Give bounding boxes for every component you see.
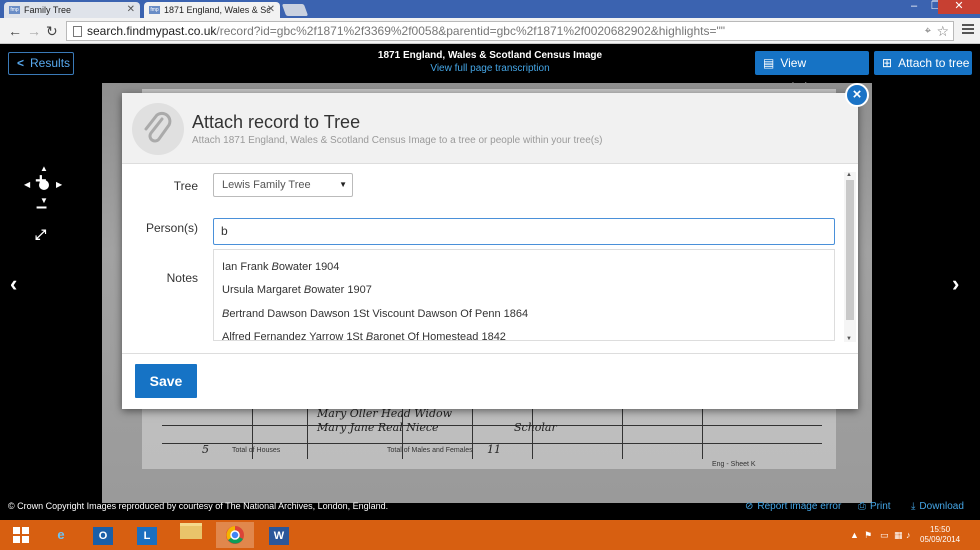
view-transcription-button[interactable]: ▤View transcription (755, 51, 869, 94)
tab-label: Family Tree (24, 5, 72, 15)
modal-title: Attach record to Tree (192, 112, 361, 132)
tray-chevron-icon[interactable]: ▲ (850, 520, 859, 550)
close-tab-icon[interactable]: ✕ (267, 2, 275, 18)
copyright-text: © Crown Copyright Images reproduced by c… (8, 501, 389, 511)
forward-arrow-icon[interactable]: → (27, 22, 41, 40)
notes-label: Notes (166, 271, 198, 285)
tree-select[interactable]: Lewis Family Tree ▼ (213, 173, 353, 197)
dropdown-caret-icon: ▼ (339, 180, 347, 189)
battery-icon[interactable]: ▭ (880, 520, 889, 550)
suggestion-item[interactable]: Ursula Margaret Bowater 1907 (222, 284, 372, 296)
outlook-icon[interactable]: O (84, 522, 122, 548)
modal-header: Attach record to Tree Attach 1871 Englan… (122, 93, 858, 164)
chrome-icon[interactable] (216, 522, 254, 548)
fullscreen-icon[interactable]: ⤢ (35, 226, 46, 243)
paperclip-icon (132, 103, 184, 155)
tree-label: Tree (173, 179, 198, 193)
findmypast-favicon-icon: fmp (9, 6, 20, 14)
close-tab-icon[interactable]: ✕ (127, 2, 135, 18)
scrollbar-thumb[interactable] (846, 180, 854, 320)
modal-footer: Save (122, 353, 858, 409)
modal-scrollbar[interactable]: ▲ ▼ (844, 172, 856, 342)
scan-print: Total of Males and Females (387, 447, 473, 454)
person-suggestions-list: Ian Frank Bowater 1904 Ursula Margaret B… (213, 249, 835, 341)
scroll-up-icon[interactable]: ▲ (846, 172, 852, 178)
print-link[interactable]: ⎙ Print (858, 501, 891, 512)
previous-image-icon[interactable]: ‹ (10, 271, 17, 297)
tree-icon: ⊞ (882, 56, 893, 70)
network-icon[interactable]: ▦ (894, 520, 903, 550)
modal-subtitle: Attach 1871 England, Wales & Scotland Ce… (192, 135, 603, 146)
pan-left-icon[interactable]: ◀ (24, 181, 30, 189)
next-image-icon[interactable]: › (952, 271, 959, 297)
report-image-error-link[interactable]: ⊘ Report image error (745, 501, 841, 512)
new-tab-button[interactable] (281, 4, 309, 16)
suggestion-item[interactable]: Bertrand Dawson Dawson 1St Viscount Daws… (222, 308, 528, 320)
download-icon: ⤓ (911, 501, 916, 512)
printer-icon: ⎙ (858, 501, 866, 512)
attach-to-tree-button[interactable]: ⊞ Attach to tree (874, 51, 972, 75)
tab-census-image[interactable]: fmp 1871 England, Wales & Sc ✕ (144, 2, 280, 18)
persons-label: Person(s) (145, 221, 198, 235)
findmypast-favicon-icon: fmp (149, 6, 160, 14)
close-window-icon[interactable]: ✕ (938, 0, 980, 14)
start-button[interactable] (2, 522, 40, 548)
system-clock[interactable]: 15:50 05/09/2014 (920, 525, 960, 545)
file-explorer-icon[interactable] (172, 522, 210, 548)
scan-handwriting: 11 (487, 443, 501, 456)
zoom-out-icon[interactable]: – (36, 196, 47, 219)
scan-handwriting: Scholar (514, 421, 557, 434)
suggestion-item[interactable]: Alfred Fernandez Yarrow 1St Baronet Of H… (222, 331, 506, 340)
windows-taskbar: e O L W ▲ ⚑ ▭ ▦ ♪ 15:50 05/09/2014 (0, 520, 980, 550)
scan-handwriting: Mary Jane Real Niece (317, 421, 439, 434)
report-icon: ⊘ (745, 501, 754, 512)
suggestion-item[interactable]: Ian Frank Bowater 1904 (222, 261, 339, 273)
scan-handwriting: 5 (202, 443, 209, 456)
page-action-icon[interactable]: ⌖ (925, 22, 931, 40)
internet-explorer-icon[interactable]: e (42, 522, 80, 548)
tab-label: 1871 England, Wales & Sc (164, 5, 271, 15)
browser-menu-icon[interactable] (962, 24, 974, 36)
clock-time: 15:50 (930, 525, 951, 534)
browser-tab-strip: fmp Family Tree ✕ fmp 1871 England, Wale… (0, 0, 980, 18)
tree-select-value: Lewis Family Tree (222, 179, 311, 191)
pan-right-icon[interactable]: ▶ (56, 181, 62, 189)
persons-input[interactable]: b (213, 218, 835, 245)
scan-print: Total of Houses (232, 447, 281, 454)
back-arrow-icon[interactable]: ← (8, 22, 22, 40)
reload-icon[interactable]: ↻ (46, 22, 58, 40)
lync-icon[interactable]: L (128, 522, 166, 548)
flag-icon[interactable]: ⚑ (864, 520, 872, 550)
save-button[interactable]: Save (135, 364, 197, 398)
minimize-window-icon[interactable]: – (903, 0, 925, 14)
word-icon[interactable]: W (260, 522, 298, 548)
close-modal-icon[interactable]: × (845, 83, 869, 107)
tab-family-tree[interactable]: fmp Family Tree ✕ (4, 2, 140, 18)
address-bar[interactable]: search.findmypast.co.uk/record?id=gbc%2f… (66, 21, 954, 41)
page-icon (73, 26, 82, 37)
zoom-in-icon[interactable]: + (35, 170, 47, 193)
viewer-footer: © Crown Copyright Images reproduced by c… (0, 497, 980, 520)
attach-record-modal: Attach record to Tree Attach 1871 Englan… (122, 83, 869, 409)
bookmark-star-icon[interactable]: ☆ (936, 22, 949, 40)
document-icon: ▤ (763, 56, 775, 70)
download-link[interactable]: ⤓ Download (911, 501, 964, 512)
url-text: search.findmypast.co.uk/record?id=gbc%2f… (87, 24, 725, 38)
browser-toolbar: ← → ↻ search.findmypast.co.uk/record?id=… (0, 18, 980, 44)
clock-date: 05/09/2014 (920, 535, 961, 544)
volume-icon[interactable]: ♪ (906, 520, 911, 550)
scroll-down-icon[interactable]: ▼ (846, 336, 852, 342)
scan-print: Eng - Sheet K (712, 461, 756, 468)
